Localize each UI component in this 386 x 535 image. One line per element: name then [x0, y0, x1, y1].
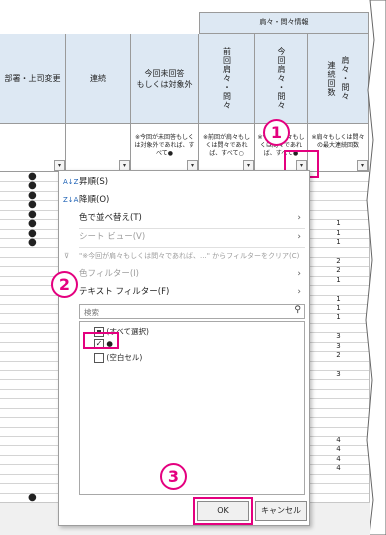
step-marker-1: 1 — [263, 119, 290, 146]
column-header-unanswered: 今回未回答 もしくは対象外 — [131, 34, 199, 124]
filter-search-placeholder: 検索 — [84, 308, 99, 317]
chevron-right-icon: › — [297, 232, 301, 242]
checkbox-highlight — [83, 332, 119, 349]
top-blank — [0, 0, 200, 34]
menu-text-filter[interactable]: テキスト フィルター(F) › — [59, 284, 309, 301]
menu-color-filter[interactable]: 色フィルター(I) › — [59, 266, 309, 283]
chevron-right-icon: › — [297, 213, 301, 223]
column-header-count-sub: 肩々・問々 — [341, 56, 350, 101]
sort-asc-icon: A↓Z — [63, 178, 79, 186]
menu-text-filter-label: テキスト フィルター(F) — [79, 287, 170, 297]
column-header-count-label: 連続回数 — [327, 60, 336, 97]
group-header: 肩々・問々情報 — [199, 12, 369, 34]
column-header-current-label: 今回肩々・問々 — [277, 47, 286, 110]
menu-clear-filter[interactable]: ⊽ "※今回が肩々もしくは問々であれば、..." からフィルターをクリア(C) — [59, 248, 309, 265]
search-icon: ⚲ — [294, 305, 301, 315]
sort-desc-icon: Z↓A — [63, 196, 79, 204]
menu-sort-asc[interactable]: A↓Z 昇順(S) — [59, 174, 309, 191]
step-marker-2: 2 — [51, 271, 78, 298]
menu-sheet-view[interactable]: シート ビュー(V) › — [59, 229, 309, 246]
clear-filter-icon: ⊽ — [64, 252, 70, 260]
column-header-prev: 前回肩々・問々 — [199, 34, 255, 124]
cancel-button[interactable]: キャンセル — [255, 501, 307, 521]
menu-sort-color-label: 色で並べ替え(T) — [79, 213, 142, 223]
menu-sort-desc[interactable]: Z↓A 降順(O) — [59, 192, 309, 209]
menu-sort-asc-label: 昇順(S) — [79, 177, 109, 187]
menu-clear-filter-label: "※今回が肩々もしくは問々であれば、..." からフィルターをクリア(C) — [79, 252, 300, 260]
cell-dept-change: ● — [28, 237, 37, 248]
chevron-right-icon: › — [297, 269, 301, 279]
column-header-current: 今回肩々・問々 — [255, 34, 308, 124]
column-header-dept-change: 部署・上司変更 — [0, 34, 66, 124]
menu-sort-color[interactable]: 色で並べ替え(T) › — [59, 210, 309, 227]
checkbox-unchecked[interactable] — [94, 353, 104, 363]
column-header-prev-label: 前回肩々・問々 — [222, 47, 232, 110]
column-header-consecutive: 連続 — [66, 34, 131, 124]
menu-sheet-view-label: シート ビュー(V) — [79, 232, 146, 242]
torn-edge-decoration — [365, 0, 386, 535]
filter-item-blank[interactable]: (空白セル) — [94, 352, 142, 364]
filter-item-blank-label: (空白セル) — [106, 353, 143, 362]
ok-button-highlight — [193, 497, 253, 525]
menu-color-filter-label: 色フィルター(I) — [79, 269, 139, 279]
filter-search-box[interactable]: 検索 ⚲ — [79, 304, 305, 319]
step-marker-3: 3 — [160, 463, 187, 490]
menu-sort-desc-label: 降順(O) — [79, 195, 110, 205]
chevron-right-icon: › — [297, 287, 301, 297]
